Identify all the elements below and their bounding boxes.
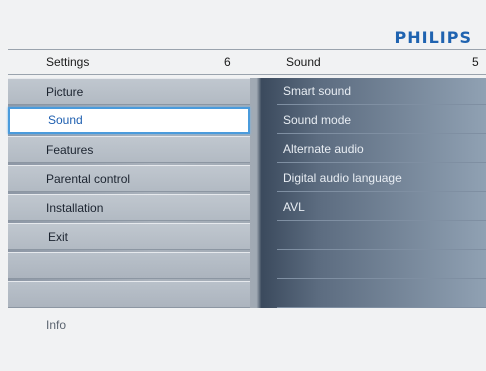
menu-item-sound[interactable]: Sound xyxy=(8,107,250,134)
sound-submenu: Smart sound Sound mode Alternate audio D… xyxy=(277,78,486,310)
menu-item-installation[interactable]: Installation xyxy=(8,194,250,221)
submenu-item-smart-sound[interactable]: Smart sound xyxy=(277,78,486,105)
settings-menu: Picture Sound Features Parental control … xyxy=(8,78,250,310)
right-header-title: Sound xyxy=(286,55,321,69)
left-header-title: Settings xyxy=(46,55,90,69)
header-divider-top xyxy=(8,49,486,50)
submenu-item-avl[interactable]: AVL xyxy=(277,194,486,221)
submenu-item-empty xyxy=(277,252,486,279)
submenu-item-empty xyxy=(277,281,486,308)
menu-item-features[interactable]: Features xyxy=(8,136,250,163)
menu-item-empty xyxy=(8,252,250,279)
submenu-item-digital-audio-language[interactable]: Digital audio language xyxy=(277,165,486,192)
header-divider-bottom xyxy=(8,74,486,75)
submenu-item-empty xyxy=(277,223,486,250)
info-label: Info xyxy=(46,318,67,332)
menu-item-parental-control[interactable]: Parental control xyxy=(8,165,250,192)
brand-logo: PHILIPS xyxy=(394,28,472,47)
submenu-item-sound-mode[interactable]: Sound mode xyxy=(277,107,486,134)
right-header-count: 5 xyxy=(472,55,479,69)
submenu-item-alternate-audio[interactable]: Alternate audio xyxy=(277,136,486,163)
menu-item-picture[interactable]: Picture xyxy=(8,78,250,105)
left-header-count: 6 xyxy=(224,55,231,69)
menu-item-empty xyxy=(8,281,250,308)
menu-item-exit[interactable]: Exit xyxy=(8,223,250,250)
